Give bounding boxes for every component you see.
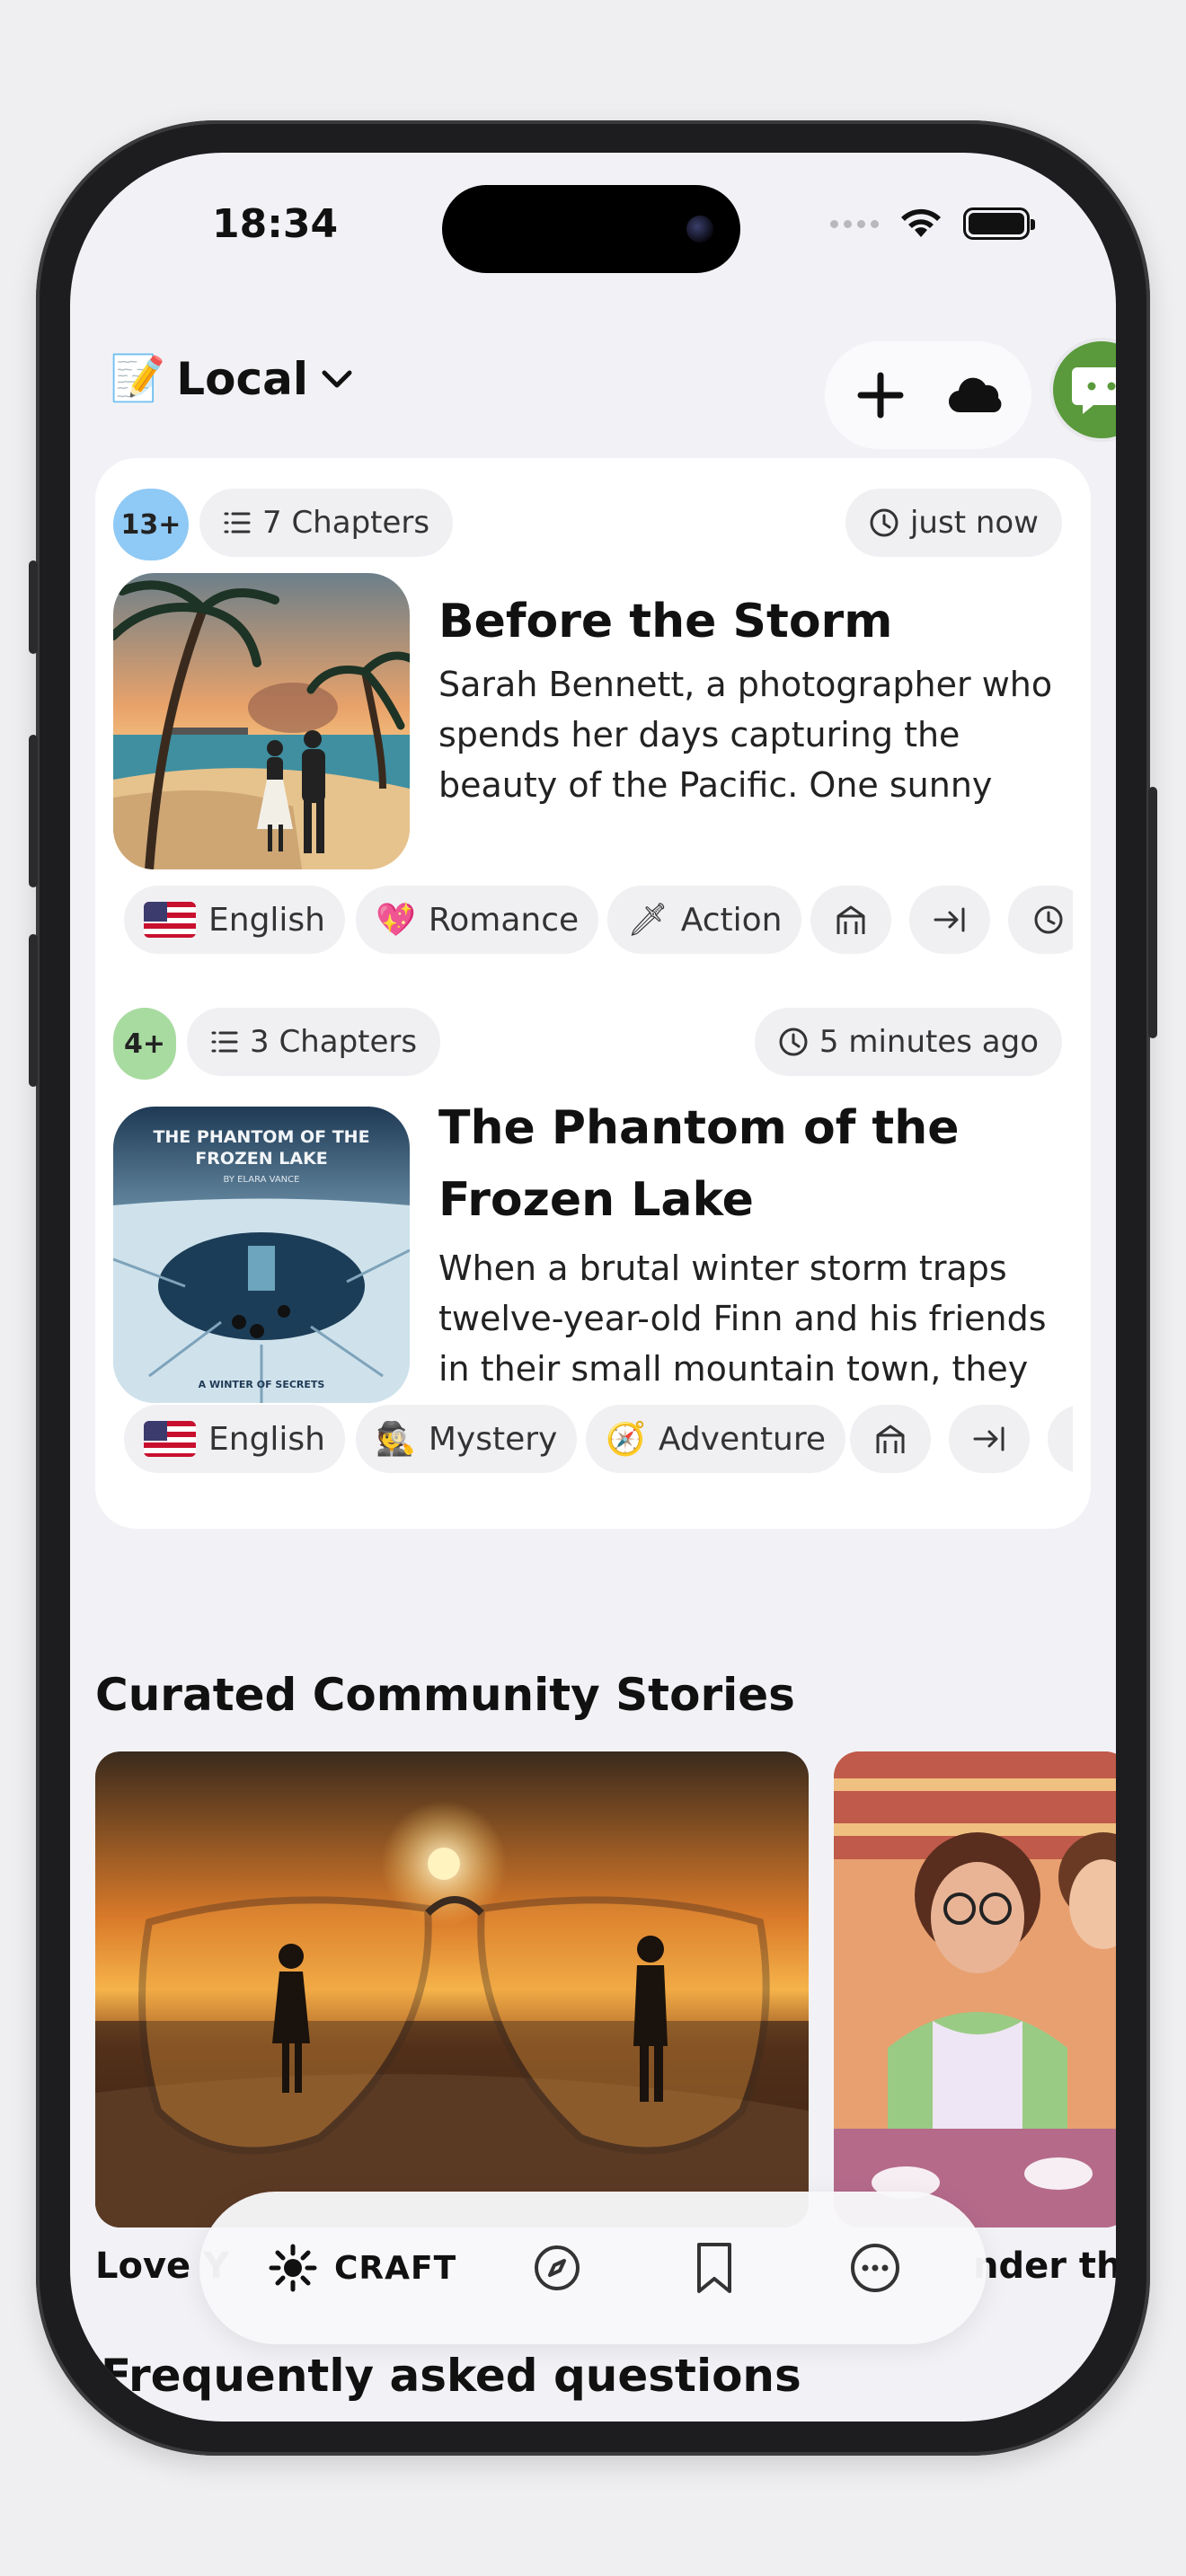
story-title: Before the Storm [438, 595, 893, 648]
age-badge: 13+ [113, 489, 189, 560]
duration-tag[interactable] [1008, 886, 1073, 954]
curated-story-title: nder th [973, 2245, 1116, 2287]
faq-title: Frequently asked questions [101, 2350, 801, 2402]
reading-level-tag[interactable] [810, 886, 891, 954]
library-selector[interactable]: 📝 Local [110, 352, 355, 405]
list-icon [224, 512, 251, 534]
chevron-down-icon [322, 370, 352, 387]
tab-saved[interactable] [692, 2236, 737, 2299]
chapters-count: 3 Chapters [250, 1024, 418, 1060]
tab-craft[interactable]: CRAFT [268, 2236, 456, 2299]
us-flag-icon [144, 1421, 196, 1457]
length-tag[interactable] [909, 886, 990, 954]
list-icon [211, 1031, 238, 1053]
story-item[interactable]: 4+ 3 Chapters 5 minutes ago THE PHANTOM … [113, 1008, 1073, 1493]
language-tag[interactable]: English [124, 886, 345, 954]
clock-icon [1034, 905, 1063, 934]
tab-explore[interactable] [532, 2236, 582, 2299]
header-actions [825, 341, 1031, 449]
building-icon [876, 1425, 905, 1453]
status-icons [830, 207, 1035, 241]
sword-icon: 🗡 [627, 902, 668, 939]
us-flag-icon [144, 902, 196, 938]
curated-story-card[interactable] [834, 1751, 1116, 2228]
time-pill: 5 minutes ago [754, 1008, 1062, 1076]
reading-level-tag[interactable] [850, 1405, 931, 1473]
story-cover [113, 573, 410, 869]
curated-story-card[interactable] [95, 1751, 809, 2228]
dynamic-island [442, 185, 740, 273]
sparkle-sun-icon [269, 2244, 317, 2292]
tab-more[interactable] [848, 2236, 902, 2299]
genre-tag[interactable]: 🕵 Mystery [356, 1405, 578, 1473]
story-cover: THE PHANTOM OF THE FROZEN LAKE BY ELARA … [113, 1107, 410, 1403]
cellular-signal-icon [830, 219, 879, 228]
power-button [1148, 787, 1157, 1038]
story-meta: 4+ 3 Chapters 5 minutes ago [113, 1008, 1073, 1080]
length-tag[interactable] [949, 1405, 1030, 1473]
story-tags: English 🕵 Mystery 🧭 Adventure [124, 1405, 1073, 1477]
camera-icon [686, 216, 713, 243]
story-meta: 13+ 7 Chapters just now [113, 489, 1073, 560]
tab-bar: CRAFT [199, 2192, 987, 2344]
plus-icon[interactable] [854, 368, 907, 422]
battery-icon [963, 207, 1035, 240]
curated-section-title: Curated Community Stories [95, 1669, 795, 1721]
genre-tag[interactable]: 🧭 Adventure [586, 1405, 846, 1473]
duration-tag[interactable] [1048, 1405, 1073, 1473]
local-stories-card: 13+ 7 Chapters just now Before the Storm… [95, 458, 1091, 1529]
chapters-count: 7 Chapters [262, 505, 430, 541]
tab-craft-label: CRAFT [334, 2249, 457, 2287]
library-title: Local [176, 352, 308, 405]
wifi-icon [901, 208, 941, 237]
clock-icon [870, 508, 898, 537]
header: 📝 Local [110, 329, 1116, 449]
chat-avatar-button[interactable] [1049, 338, 1116, 442]
genre-label: Adventure [658, 1420, 827, 1458]
cover-author: BY ELARA VANCE [223, 1175, 300, 1185]
chapters-pill: 7 Chapters [199, 489, 454, 557]
more-icon [851, 2244, 899, 2292]
action-button [29, 560, 38, 654]
status-time: 18:34 [212, 201, 339, 247]
genre-label: Action [680, 901, 783, 939]
time-ago: 5 minutes ago [819, 1024, 1039, 1060]
language-label: English [208, 901, 325, 939]
time-pill: just now [845, 489, 1062, 557]
bookmark-icon [697, 2243, 731, 2293]
genre-tag[interactable]: 🗡 Action [607, 886, 802, 954]
arrow-right-to-line-icon [934, 907, 965, 932]
volume-down-button [29, 934, 38, 1087]
story-tags: English 💖 Romance 🗡 Action [124, 886, 1073, 957]
story-title: The Phantom of the Frozen Lake [438, 1101, 960, 1227]
language-tag[interactable]: English [124, 1405, 345, 1473]
clock-icon [779, 1028, 808, 1056]
age-badge: 4+ [113, 1008, 176, 1080]
screen: 18:34 📝 Local 13+ 7 Chapters just now Be… [70, 153, 1116, 2422]
volume-up-button [29, 735, 38, 887]
cover-title: THE PHANTOM OF THE FROZEN LAKE [153, 1127, 370, 1169]
time-ago: just now [909, 505, 1039, 541]
compass-icon: 🧭 [606, 1421, 646, 1458]
cover-footer: A WINTER OF SECRETS [198, 1379, 325, 1390]
arrow-right-to-line-icon [973, 1426, 1005, 1451]
story-description: When a brutal winter storm traps twelve-… [438, 1248, 1047, 1389]
genre-label: Romance [428, 901, 580, 939]
compass-icon [535, 2245, 580, 2290]
cloud-icon[interactable] [946, 373, 1004, 418]
genre-label: Mystery [428, 1420, 558, 1458]
heart-icon: 💖 [376, 902, 416, 939]
story-item[interactable]: 13+ 7 Chapters just now Before the Storm… [113, 489, 1073, 956]
story-description: Sarah Bennett, a photographer who spends… [438, 665, 1053, 805]
genre-tag[interactable]: 💖 Romance [356, 886, 599, 954]
memo-icon: 📝 [110, 352, 166, 404]
chat-bubble-icon [1072, 367, 1116, 414]
chapters-pill: 3 Chapters [187, 1008, 441, 1076]
building-icon [836, 905, 865, 934]
detective-icon: 🕵 [376, 1421, 416, 1458]
language-label: English [208, 1420, 325, 1458]
